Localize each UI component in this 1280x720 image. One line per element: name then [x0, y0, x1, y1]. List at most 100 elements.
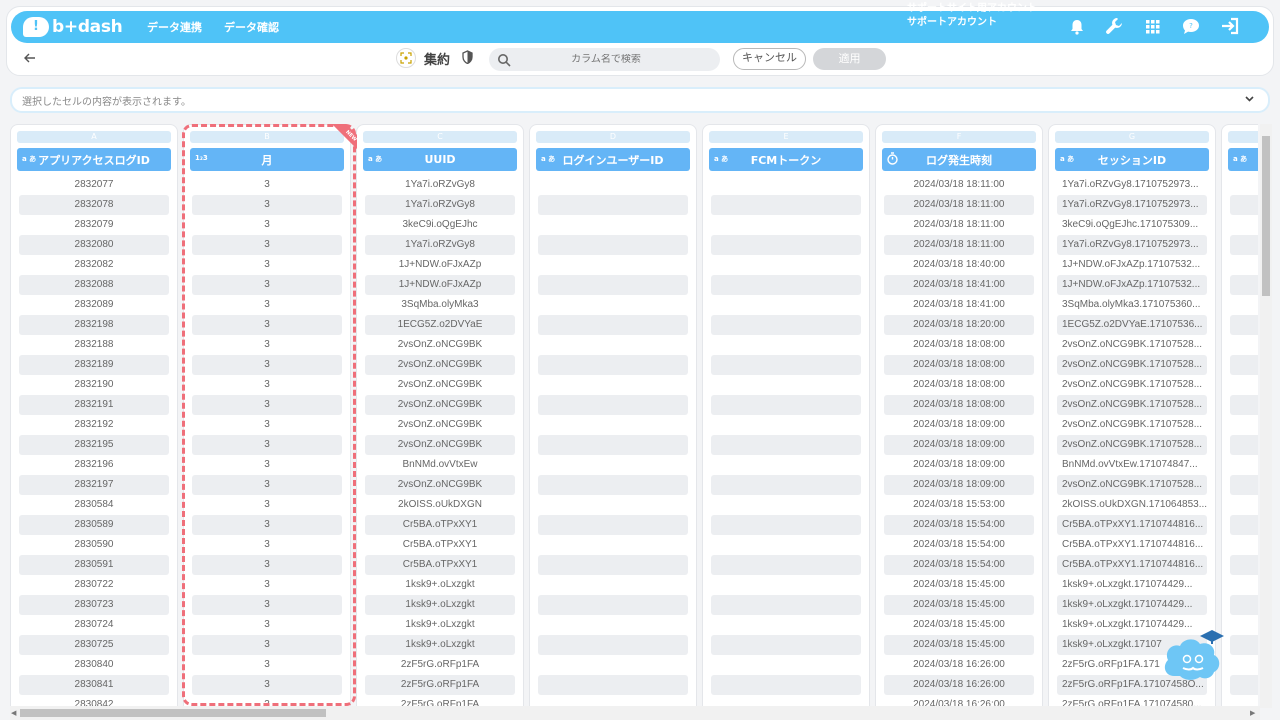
table-cell[interactable]: 2vsOnZ.oNCG9BK [365, 415, 515, 435]
table-cell[interactable]: 2024/03/18 15:53:00 [884, 495, 1034, 515]
nav-link-data-integration[interactable]: データ連携 [147, 19, 202, 35]
table-cell[interactable] [711, 495, 861, 515]
table-cell[interactable] [1230, 175, 1258, 195]
table-cell[interactable]: 1ECG5Z.o2DVYaE.17107536... [1057, 315, 1207, 335]
table-cell[interactable]: Cr5BA.oTPxXY1 [365, 535, 515, 555]
table-cell[interactable]: 2832088 [19, 275, 169, 295]
scroll-left-icon[interactable]: ◀ [11, 709, 16, 717]
table-cell[interactable] [711, 355, 861, 375]
table-cell[interactable] [711, 315, 861, 335]
table-cell[interactable]: 2024/03/18 15:54:00 [884, 555, 1034, 575]
grid-icon[interactable] [1142, 17, 1164, 37]
table-cell[interactable]: 2024/03/18 18:08:00 [884, 335, 1034, 355]
table-cell[interactable] [538, 415, 688, 435]
table-cell[interactable]: 2830590 [19, 535, 169, 555]
table-cell[interactable] [711, 335, 861, 355]
table-cell[interactable] [711, 475, 861, 495]
table-cell[interactable]: 2vsOnZ.oNCG9BK [365, 475, 515, 495]
table-cell[interactable]: 2832189 [19, 355, 169, 375]
table-cell[interactable] [538, 255, 688, 275]
table-cell[interactable] [538, 295, 688, 315]
bell-icon[interactable] [1066, 17, 1088, 37]
table-cell[interactable] [538, 455, 688, 475]
table-cell[interactable] [538, 395, 688, 415]
table-cell[interactable]: 2024/03/18 18:41:00 [884, 295, 1034, 315]
column-header[interactable]: a あ [1228, 148, 1258, 171]
table-cell[interactable]: 1Ya7i.oRZvGy8 [365, 195, 515, 215]
table-cell[interactable] [711, 615, 861, 635]
table-cell[interactable] [538, 475, 688, 495]
table-cell[interactable] [711, 675, 861, 695]
table-cell[interactable]: 2zF5rG.oRFp1FA [365, 655, 515, 675]
table-cell[interactable] [538, 195, 688, 215]
table-cell[interactable]: 2vsOnZ.oNCG9BK [365, 375, 515, 395]
table-cell[interactable]: 2zF5rG.oRFp1FA [365, 675, 515, 695]
table-cell[interactable] [1230, 195, 1258, 215]
table-cell[interactable]: 2024/03/18 15:45:00 [884, 635, 1034, 655]
table-cell[interactable]: 2832197 [19, 475, 169, 495]
table-cell[interactable]: 2kOISS.oUkDXGN [365, 495, 515, 515]
table-cell[interactable]: 2832078 [19, 195, 169, 215]
table-cell[interactable] [538, 275, 688, 295]
table-cell[interactable]: 2vsOnZ.oNCG9BK.17107528... [1057, 355, 1207, 375]
table-cell[interactable] [1230, 495, 1258, 515]
table-cell[interactable] [711, 375, 861, 395]
table-cell[interactable]: BnNMd.ovVtxEw [365, 455, 515, 475]
aggregate-icon[interactable] [396, 48, 416, 68]
table-cell[interactable] [1230, 595, 1258, 615]
table-cell[interactable] [711, 595, 861, 615]
table-cell[interactable]: 2024/03/18 18:11:00 [884, 235, 1034, 255]
cancel-button[interactable]: キャンセル [733, 48, 806, 70]
shield-icon[interactable] [462, 49, 473, 67]
table-cell[interactable] [1230, 435, 1258, 455]
table-cell[interactable]: 2024/03/18 18:41:00 [884, 275, 1034, 295]
table-cell[interactable] [538, 335, 688, 355]
table-cell[interactable] [711, 435, 861, 455]
table-cell[interactable]: 2832196 [19, 455, 169, 475]
table-cell[interactable] [711, 555, 861, 575]
table-cell[interactable]: 3keC9i.oQgEJhc [365, 215, 515, 235]
table-cell[interactable]: 2kOISS.oUkDXGN.171064853... [1057, 495, 1207, 515]
table-cell[interactable] [1230, 575, 1258, 595]
table-cell[interactable] [538, 555, 688, 575]
table-cell[interactable] [711, 655, 861, 675]
table-cell[interactable] [1230, 455, 1258, 475]
logout-icon[interactable] [1219, 16, 1241, 36]
table-cell[interactable]: 1ksk9+.oLxzgkt [365, 575, 515, 595]
table-cell[interactable]: Cr5BA.oTPxXY1.1710744816... [1057, 535, 1207, 555]
table-cell[interactable] [1230, 515, 1258, 535]
table-cell[interactable] [1230, 255, 1258, 275]
table-cell[interactable] [538, 635, 688, 655]
table-cell[interactable] [538, 355, 688, 375]
table-cell[interactable]: 2830725 [19, 635, 169, 655]
table-cell[interactable]: 2024/03/18 18:08:00 [884, 375, 1034, 395]
table-cell[interactable] [711, 395, 861, 415]
table-cell[interactable]: 1Ya7i.oRZvGy8 [365, 175, 515, 195]
mascot-icon[interactable]: ? [1180, 16, 1202, 36]
table-cell[interactable] [1230, 335, 1258, 355]
table-cell[interactable] [711, 215, 861, 235]
table-cell[interactable]: Cr5BA.oTPxXY1.1710744816... [1057, 515, 1207, 535]
column-header[interactable]: ログ発生時刻 [882, 148, 1036, 171]
table-cell[interactable] [711, 235, 861, 255]
column-header[interactable]: a あ ログインユーザーID [536, 148, 690, 171]
chevron-down-icon[interactable] [1245, 95, 1254, 105]
search-input[interactable] [511, 54, 701, 65]
table-cell[interactable]: Cr5BA.oTPxXY1.1710744816... [1057, 555, 1207, 575]
table-cell[interactable] [1230, 295, 1258, 315]
table-cell[interactable]: 2830584 [19, 495, 169, 515]
table-cell[interactable]: 2024/03/18 18:40:00 [884, 255, 1034, 275]
table-cell[interactable]: 1ECG5Z.o2DVYaE [365, 315, 515, 335]
table-cell[interactable]: 1ksk9+.oLxzgkt [365, 615, 515, 635]
table-cell[interactable]: 2vsOnZ.oNCG9BK [365, 335, 515, 355]
table-cell[interactable] [538, 655, 688, 675]
table-cell[interactable] [538, 315, 688, 335]
table-cell[interactable] [1230, 315, 1258, 335]
table-cell[interactable] [1230, 535, 1258, 555]
table-cell[interactable]: 2830723 [19, 595, 169, 615]
table-cell[interactable]: 1Ya7i.oRZvGy8.1710752973... [1057, 195, 1207, 215]
table-cell[interactable] [711, 255, 861, 275]
table-cell[interactable] [711, 195, 861, 215]
table-cell[interactable]: 2vsOnZ.oNCG9BK.17107528... [1057, 395, 1207, 415]
column-header[interactable]: a あ FCMトークン [709, 148, 863, 171]
